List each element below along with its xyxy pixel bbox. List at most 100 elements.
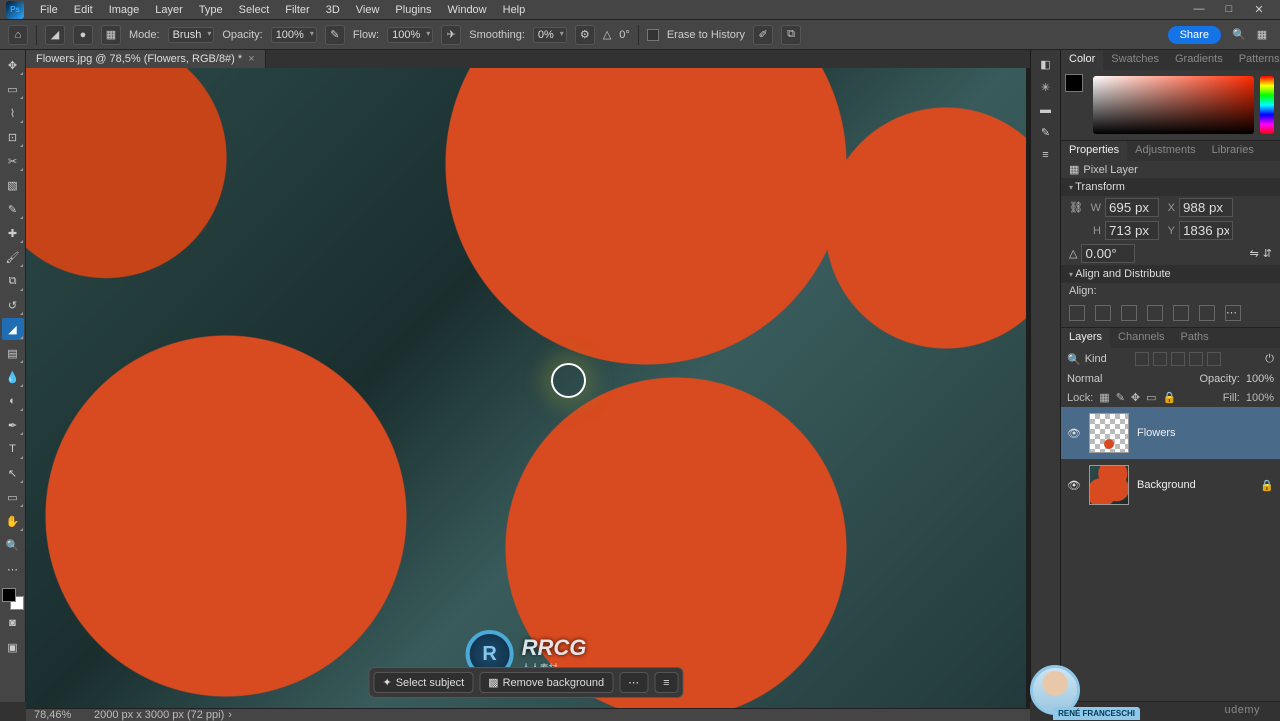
flip-v-icon[interactable]: ⇵: [1263, 247, 1272, 260]
brush-tool-icon[interactable]: 🖌: [2, 246, 24, 268]
tab-patterns[interactable]: Patterns: [1231, 50, 1280, 70]
tab-swatches[interactable]: Swatches: [1103, 50, 1167, 70]
fill-input[interactable]: 100%: [1246, 392, 1274, 404]
y-field[interactable]: [1179, 221, 1233, 240]
lock-paint-icon[interactable]: ✎: [1116, 391, 1125, 404]
tab-gradients[interactable]: Gradients: [1167, 50, 1231, 70]
screenmode-icon[interactable]: ▣: [2, 636, 24, 658]
lock-art-icon[interactable]: ▭: [1146, 391, 1156, 404]
dodge-tool-icon[interactable]: ◐: [2, 390, 24, 412]
close-tab-icon[interactable]: ×: [248, 53, 254, 65]
menu-type[interactable]: Type: [191, 4, 231, 16]
angle-field[interactable]: [1081, 244, 1135, 263]
layer-name[interactable]: Background: [1137, 479, 1196, 491]
document-tab[interactable]: Flowers.jpg @ 78,5% (Flowers, RGB/8#) * …: [26, 50, 266, 68]
workspace-icon[interactable]: ▦: [1252, 28, 1272, 41]
tab-paths[interactable]: Paths: [1173, 328, 1217, 348]
flow-input[interactable]: 100%: [387, 27, 433, 43]
history-brush-tool-icon[interactable]: ↺: [2, 294, 24, 316]
edit-toolbar-icon[interactable]: ⋯: [2, 558, 24, 580]
foreground-color-swatch[interactable]: [2, 588, 16, 602]
opacity-pressure-icon[interactable]: ✎: [325, 25, 345, 45]
color-mini-swatch[interactable]: [1065, 74, 1083, 92]
share-button[interactable]: Share: [1168, 26, 1221, 44]
color-spectrum[interactable]: [1093, 76, 1254, 134]
smoothing-input[interactable]: 0%: [533, 27, 567, 43]
align-bottom-icon[interactable]: [1199, 305, 1215, 321]
tab-channels[interactable]: Channels: [1110, 328, 1172, 348]
marquee-tool-icon[interactable]: ▭: [2, 78, 24, 100]
kind-dropdown[interactable]: Kind: [1085, 353, 1131, 365]
filter-search-icon[interactable]: 🔍: [1067, 353, 1081, 366]
window-maximize-icon[interactable]: □: [1214, 3, 1244, 16]
blur-tool-icon[interactable]: 💧: [2, 366, 24, 388]
menu-window[interactable]: Window: [440, 4, 495, 16]
gradient-tool-icon[interactable]: ▤: [2, 342, 24, 364]
filter-type-icon[interactable]: [1171, 352, 1185, 366]
align-top-icon[interactable]: [1147, 305, 1163, 321]
eraser-tool-icon[interactable]: ◢: [2, 318, 24, 340]
visibility-icon[interactable]: 👁: [1067, 427, 1081, 440]
hand-tool-icon[interactable]: ✋: [2, 510, 24, 532]
erase-history-checkbox[interactable]: [647, 29, 659, 41]
status-chevron-icon[interactable]: ›: [228, 709, 232, 721]
menu-3d[interactable]: 3D: [318, 4, 348, 16]
menu-edit[interactable]: Edit: [66, 4, 101, 16]
panel-icon-5[interactable]: ≡: [1042, 149, 1048, 161]
panel-icon-1[interactable]: ◧: [1040, 58, 1050, 71]
width-field[interactable]: [1105, 198, 1159, 217]
menu-file[interactable]: File: [32, 4, 66, 16]
selection-tool-icon[interactable]: ⊡: [2, 126, 24, 148]
lasso-tool-icon[interactable]: ⌇: [2, 102, 24, 124]
align-more-icon[interactable]: ⋯: [1225, 305, 1241, 321]
more-actions-icon[interactable]: ⋯: [619, 672, 648, 693]
path-tool-icon[interactable]: ↖: [2, 462, 24, 484]
lock-all-icon[interactable]: 🔒: [1163, 391, 1177, 404]
tab-adjustments[interactable]: Adjustments: [1127, 141, 1204, 161]
crop-tool-icon[interactable]: ✂: [2, 150, 24, 172]
menu-view[interactable]: View: [348, 4, 388, 16]
window-close-icon[interactable]: ✕: [1244, 3, 1274, 16]
panel-icon-2[interactable]: ✳: [1041, 81, 1050, 94]
symmetry-icon[interactable]: ⧉: [781, 25, 801, 45]
tab-libraries[interactable]: Libraries: [1204, 141, 1262, 161]
layer-thumbnail[interactable]: [1089, 465, 1129, 505]
mode-dropdown[interactable]: Brush: [168, 27, 215, 43]
align-right-icon[interactable]: [1121, 305, 1137, 321]
window-minimize-icon[interactable]: —: [1184, 3, 1214, 16]
remove-background-button[interactable]: ▩Remove background: [479, 672, 613, 693]
zoom-tool-icon[interactable]: 🔍: [2, 534, 24, 556]
menu-filter[interactable]: Filter: [277, 4, 317, 16]
tab-properties[interactable]: Properties: [1061, 141, 1127, 161]
filter-shape-icon[interactable]: [1189, 352, 1203, 366]
blend-mode-dropdown[interactable]: Normal: [1067, 373, 1194, 385]
align-section-header[interactable]: Align and Distribute: [1061, 265, 1280, 283]
tablet-pressure-icon[interactable]: ✐: [753, 25, 773, 45]
brush-preset-picker[interactable]: ●: [73, 25, 93, 45]
type-tool-icon[interactable]: T: [2, 438, 24, 460]
filter-toggle-icon[interactable]: ⏻: [1265, 353, 1274, 366]
link-wh-icon[interactable]: ⛓: [1069, 201, 1085, 214]
search-icon[interactable]: 🔍: [1229, 28, 1249, 41]
visibility-icon[interactable]: 👁: [1067, 479, 1081, 492]
opacity-input[interactable]: 100%: [271, 27, 317, 43]
tab-layers[interactable]: Layers: [1061, 328, 1110, 348]
quickmask-icon[interactable]: ◙: [2, 612, 24, 634]
tab-color[interactable]: Color: [1061, 50, 1103, 70]
flip-h-icon[interactable]: ⇋: [1250, 247, 1259, 260]
shape-tool-icon[interactable]: ▭: [2, 486, 24, 508]
select-subject-button[interactable]: ✦Select subject: [373, 672, 473, 693]
layer-name[interactable]: Flowers: [1137, 427, 1176, 439]
lock-trans-icon[interactable]: ▦: [1099, 391, 1109, 404]
filter-smart-icon[interactable]: [1207, 352, 1221, 366]
menu-image[interactable]: Image: [101, 4, 148, 16]
healing-tool-icon[interactable]: ✚: [2, 222, 24, 244]
home-icon[interactable]: ⌂: [8, 25, 28, 45]
x-field[interactable]: [1179, 198, 1233, 217]
menu-plugins[interactable]: Plugins: [387, 4, 439, 16]
eyedropper-tool-icon[interactable]: ✎: [2, 198, 24, 220]
menu-select[interactable]: Select: [231, 4, 278, 16]
transform-section-header[interactable]: Transform: [1061, 178, 1280, 196]
filter-pixel-icon[interactable]: [1135, 352, 1149, 366]
brush-settings-icon[interactable]: ▦: [101, 25, 121, 45]
